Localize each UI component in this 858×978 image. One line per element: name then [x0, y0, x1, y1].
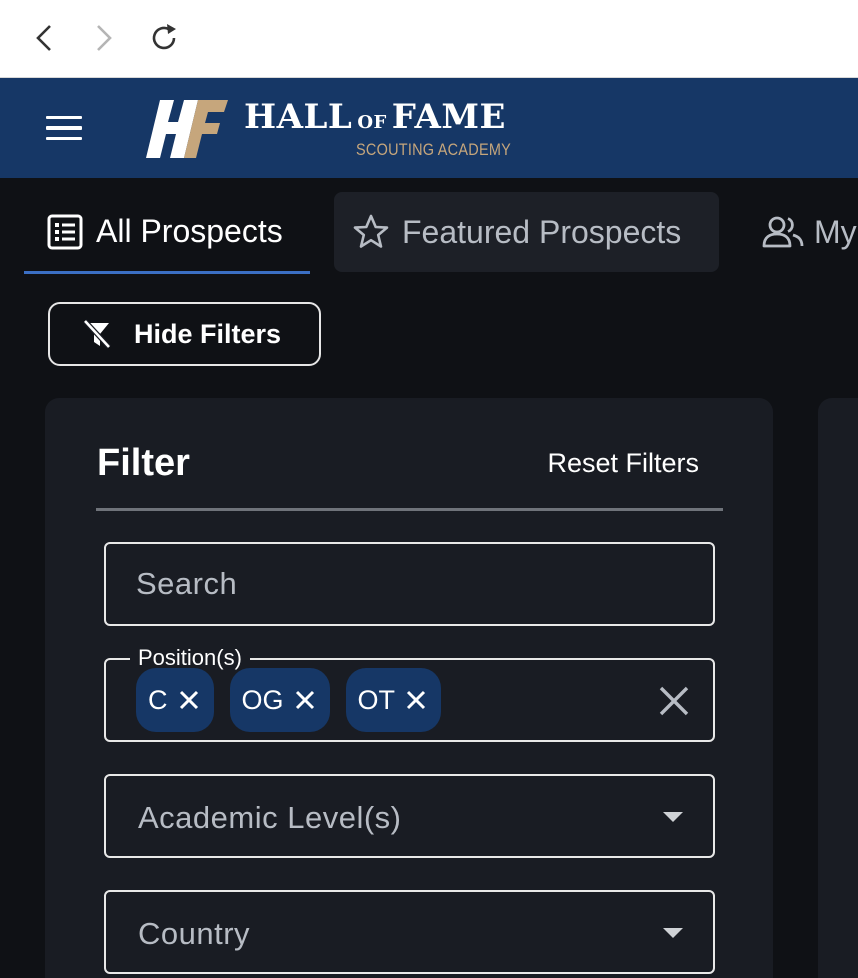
- close-icon[interactable]: [405, 689, 427, 711]
- reload-button[interactable]: [144, 18, 184, 58]
- chevron-right-icon: [97, 25, 112, 51]
- tab-my[interactable]: My: [760, 192, 857, 272]
- browser-toolbar: [0, 0, 858, 78]
- position-select[interactable]: Position(s) C OG OT: [104, 645, 715, 742]
- chip-label: OG: [241, 684, 284, 715]
- tab-label: All Prospects: [96, 213, 283, 249]
- search-field: [104, 542, 715, 626]
- tab-label: My: [814, 213, 857, 250]
- results-panel: [818, 398, 858, 978]
- filter-off-icon: [83, 319, 111, 349]
- star-icon: [353, 214, 389, 248]
- filter-panel: Filter Reset Filters Position(s) C OG OT…: [45, 398, 773, 978]
- country-placeholder: Country: [138, 916, 251, 951]
- hamburger-menu-button[interactable]: [40, 106, 88, 150]
- logo-hall: HALL: [244, 97, 353, 137]
- app-header: HALL OF FAME SCOUTING ACADEMY: [0, 78, 858, 178]
- filter-title: Filter: [97, 442, 190, 484]
- tab-featured-prospects[interactable]: Featured Prospects: [334, 192, 719, 272]
- menu-bar: [46, 126, 82, 130]
- menu-bar: [46, 115, 82, 120]
- chip-label: OT: [357, 684, 396, 715]
- academic-level-placeholder: Academic Level(s): [138, 800, 402, 835]
- people-icon: [762, 216, 804, 248]
- close-icon[interactable]: [178, 689, 200, 711]
- position-chips: C OG OT: [136, 668, 442, 732]
- menu-bar: [46, 136, 82, 141]
- academic-level-select[interactable]: Academic Level(s): [104, 774, 715, 858]
- logo-of: OF: [357, 112, 387, 133]
- position-chip-og: OG: [229, 668, 330, 732]
- back-button[interactable]: [24, 18, 64, 58]
- chevron-left-icon: [36, 25, 51, 51]
- caret-down-icon: [663, 928, 683, 938]
- chip-label: C: [148, 684, 168, 715]
- reset-filters-button[interactable]: Reset Filters: [547, 448, 699, 479]
- logo-fame: FAME: [391, 97, 506, 137]
- caret-down-icon: [663, 812, 683, 822]
- hide-filters-button[interactable]: Hide Filters: [48, 302, 321, 366]
- forward-button[interactable]: [84, 18, 124, 58]
- prospect-tabs: All Prospects Featured Prospects My: [0, 178, 858, 278]
- close-icon[interactable]: [294, 689, 316, 711]
- hf-logo-icon: [146, 100, 228, 158]
- country-select[interactable]: Country: [104, 890, 715, 974]
- list-icon: [47, 214, 83, 249]
- tab-label: Featured Prospects: [402, 213, 682, 250]
- position-chip-c: C: [136, 668, 214, 732]
- logo-title: HALL OF FAME: [244, 99, 538, 141]
- logo-subtitle: SCOUTING ACADEMY: [356, 140, 512, 159]
- reload-icon: [152, 24, 176, 50]
- filter-divider: [96, 508, 723, 511]
- tab-all-prospects[interactable]: All Prospects: [24, 192, 310, 274]
- clear-all-icon[interactable]: [657, 684, 691, 718]
- logo-wordmark: HALL OF FAME SCOUTING ACADEMY: [244, 99, 538, 159]
- search-input[interactable]: [136, 558, 686, 610]
- position-chip-ot: OT: [345, 668, 442, 732]
- brand-logo[interactable]: HALL OF FAME SCOUTING ACADEMY: [146, 94, 538, 164]
- hide-filters-label: Hide Filters: [134, 318, 282, 349]
